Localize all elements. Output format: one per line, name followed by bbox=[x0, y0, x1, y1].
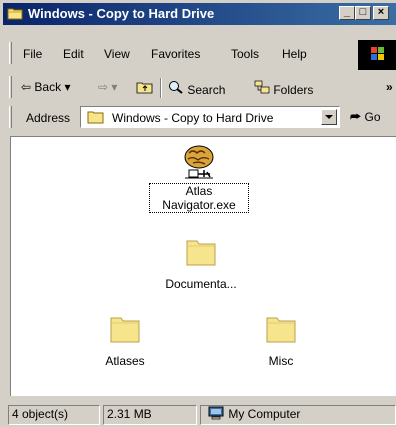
address-value: Windows - Copy to Hard Drive bbox=[112, 111, 274, 125]
folder-icon bbox=[87, 111, 104, 124]
title-bar[interactable]: Windows - Copy to Hard Drive _ □ × bbox=[3, 3, 396, 25]
go-arrow-icon: ⮫ bbox=[350, 110, 362, 124]
folder-item-misc[interactable]: Misc bbox=[241, 312, 321, 368]
menu-favorites[interactable]: Favorites bbox=[151, 47, 200, 61]
folder-icon bbox=[110, 317, 140, 343]
address-label: Address bbox=[26, 111, 71, 125]
go-button[interactable]: ⮫ Go bbox=[350, 110, 381, 125]
menu-bar: File Edit View Favorites Tools Help bbox=[0, 38, 396, 70]
chevron-down-icon[interactable]: ▾ bbox=[111, 80, 117, 94]
file-name-label: Atlas Navigator.exe bbox=[149, 183, 249, 213]
address-field[interactable]: Windows - Copy to Hard Drive bbox=[80, 106, 340, 128]
forward-button[interactable]: ⇨ ▾ bbox=[98, 80, 117, 94]
standard-toolbar: ⇦ Back ▾ ⇨ ▾ Search Folders » bbox=[0, 74, 396, 100]
address-dropdown-button[interactable] bbox=[321, 109, 337, 125]
search-button[interactable]: Search bbox=[168, 80, 225, 97]
menu-grip[interactable] bbox=[9, 42, 12, 64]
up-folder-button[interactable] bbox=[136, 80, 154, 97]
search-label: Search bbox=[187, 83, 226, 97]
folders-button[interactable]: Folders bbox=[254, 80, 313, 97]
forward-arrow-icon: ⇨ bbox=[98, 80, 109, 94]
file-item-atlas-navigator[interactable]: Atlas Navigator.exe bbox=[149, 143, 249, 213]
menu-view[interactable]: View bbox=[104, 47, 130, 61]
menu-file[interactable]: File bbox=[23, 47, 42, 61]
go-label: Go bbox=[364, 110, 381, 124]
up-folder-icon bbox=[136, 82, 153, 94]
status-size: 2.31 MB bbox=[103, 405, 197, 425]
window-title: Windows - Copy to Hard Drive bbox=[28, 6, 215, 21]
back-button[interactable]: ⇦ Back ▾ bbox=[21, 80, 70, 94]
chevron-down-icon bbox=[325, 115, 333, 119]
brain-icon bbox=[184, 145, 214, 179]
folder-item-atlases[interactable]: Atlases bbox=[85, 312, 165, 368]
menu-tools[interactable]: Tools bbox=[231, 47, 259, 61]
address-bar: Address Windows - Copy to Hard Drive ⮫ G… bbox=[0, 103, 396, 131]
folder-icon bbox=[266, 317, 296, 343]
folder-item-documentation[interactable]: Documenta... bbox=[151, 235, 251, 291]
status-bar: 4 object(s) 2.31 MB My Computer bbox=[0, 403, 396, 427]
folder-icon bbox=[7, 8, 23, 20]
toolbar-separator bbox=[160, 78, 162, 98]
back-arrow-icon: ⇦ bbox=[21, 80, 32, 94]
back-label: Back bbox=[34, 80, 62, 94]
explorer-window: Windows - Copy to Hard Drive _ □ × File … bbox=[0, 0, 396, 427]
folder-name-label: Documenta... bbox=[165, 277, 237, 291]
toolbar-overflow-chevron[interactable]: » bbox=[386, 80, 393, 94]
folders-label: Folders bbox=[273, 83, 314, 97]
folder-name-label: Atlases bbox=[105, 354, 145, 368]
status-object-count: 4 object(s) bbox=[8, 405, 100, 425]
folders-icon bbox=[254, 80, 270, 94]
search-icon bbox=[169, 81, 183, 94]
menu-help[interactable]: Help bbox=[282, 47, 307, 61]
windows-logo-icon bbox=[358, 40, 396, 70]
close-button[interactable]: × bbox=[373, 6, 389, 20]
chevron-down-icon[interactable]: ▾ bbox=[64, 80, 70, 94]
address-grip[interactable] bbox=[9, 106, 12, 128]
folder-name-label: Misc bbox=[268, 354, 294, 368]
menu-edit[interactable]: Edit bbox=[63, 47, 84, 61]
minimize-button[interactable]: _ bbox=[339, 6, 355, 20]
file-list-pane[interactable]: Atlas Navigator.exe Documenta... Atlases bbox=[10, 136, 396, 396]
folder-icon bbox=[186, 240, 216, 266]
toolbar-grip[interactable] bbox=[9, 76, 12, 98]
status-zone-label: My Computer bbox=[228, 407, 301, 421]
status-zone: My Computer bbox=[200, 405, 396, 425]
computer-icon bbox=[208, 406, 224, 420]
maximize-button[interactable]: □ bbox=[355, 6, 371, 20]
